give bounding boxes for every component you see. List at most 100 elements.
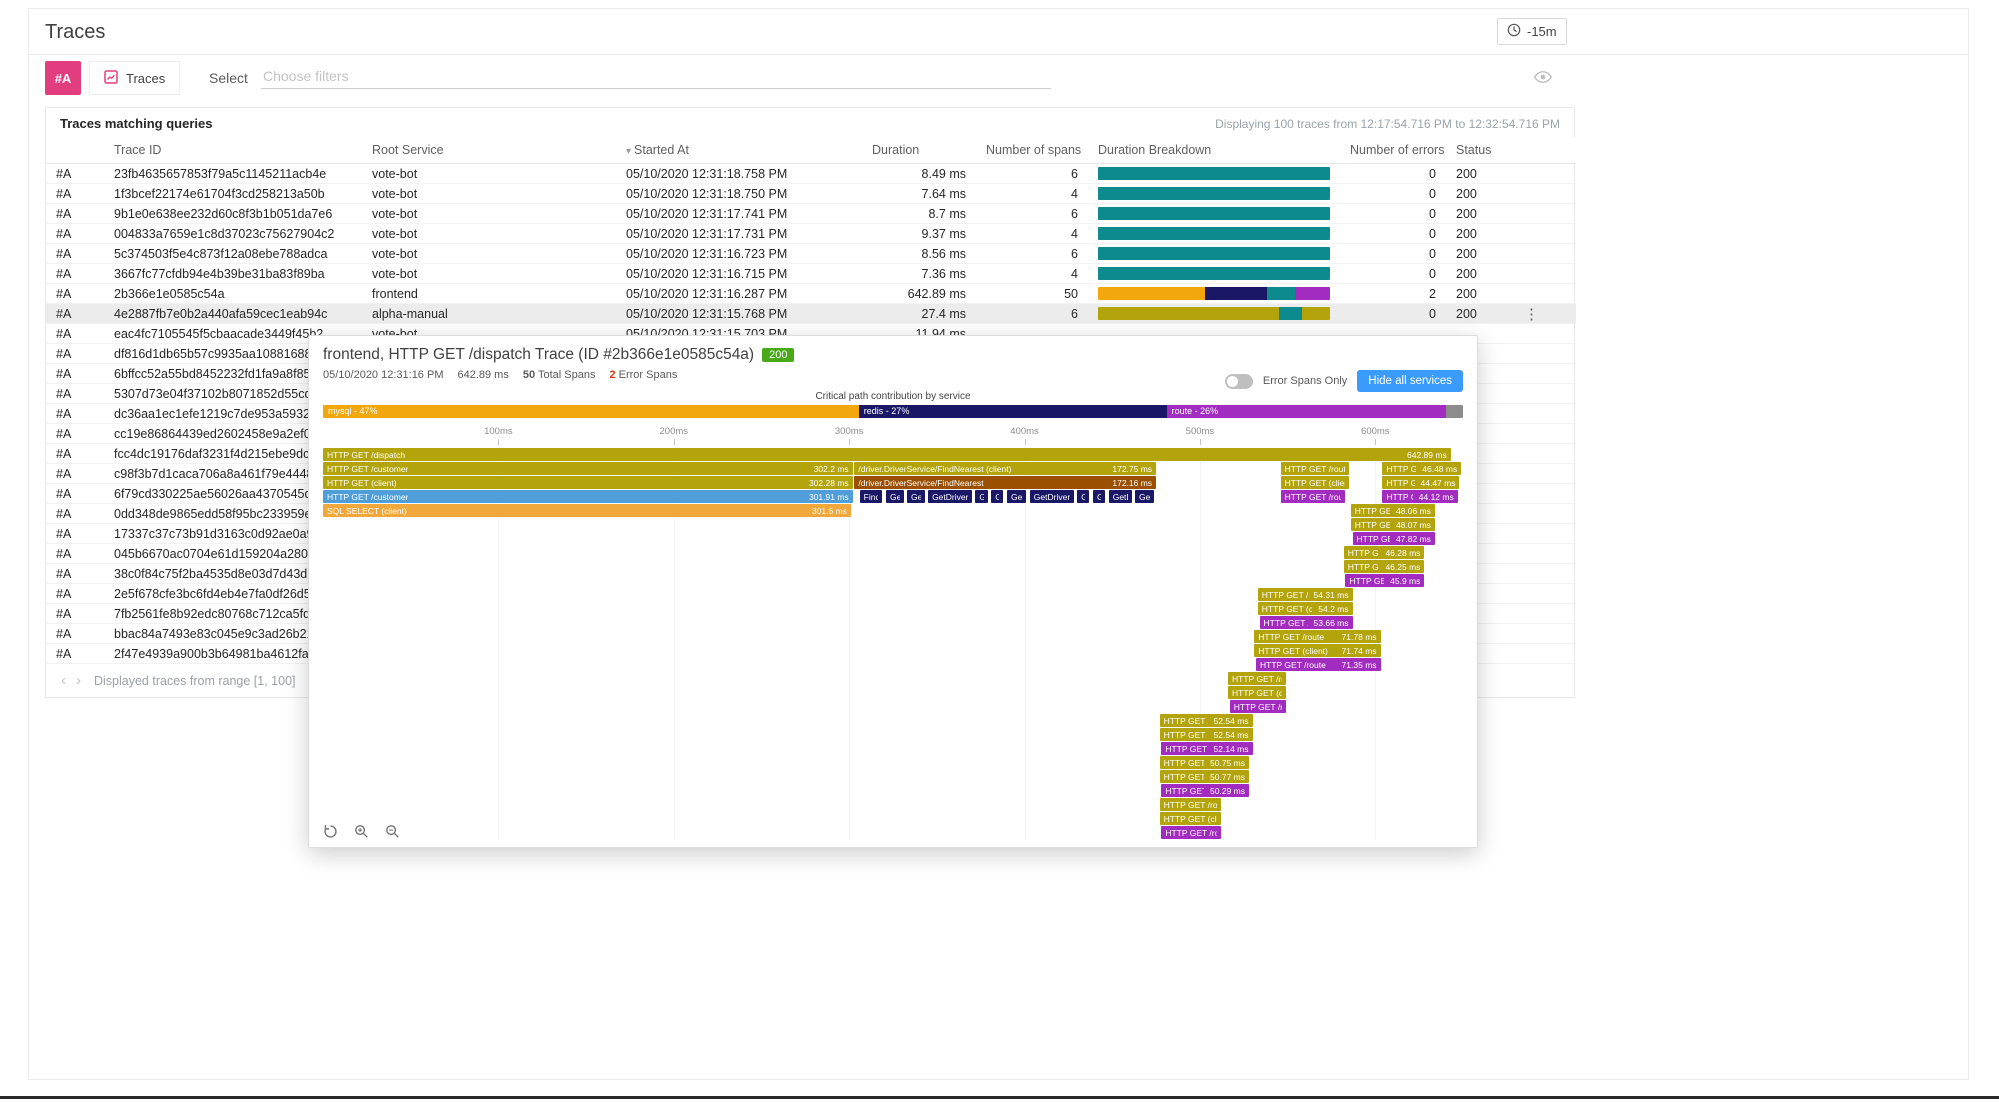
time-range-selector[interactable]: -15m xyxy=(1497,18,1567,45)
error-spans-toggle[interactable] xyxy=(1225,374,1253,389)
filter-input[interactable] xyxy=(261,64,1051,89)
gantt-span[interactable]: HTTP GET /dispatch642.89 ms xyxy=(323,448,1451,461)
zoom-out-icon[interactable] xyxy=(385,824,400,839)
gantt-span[interactable]: HTTP GET /route46.28 ms xyxy=(1344,546,1425,559)
column-header-spans[interactable]: Number of spans xyxy=(976,137,1088,164)
column-header-status[interactable]: Status xyxy=(1446,137,1510,164)
gantt-span[interactable]: HTTP GET (client)44.47 ms xyxy=(1382,476,1459,489)
sort-icon[interactable]: ▾ xyxy=(626,146,631,157)
trace-row[interactable]: #A004833a7659e1c8d37023c75627904c2vote-b… xyxy=(46,224,1576,244)
gantt-span[interactable]: HTTP GET (client)48.07 ms xyxy=(1351,518,1435,531)
gantt-span[interactable]: GetD... xyxy=(1135,490,1154,503)
gantt-span[interactable]: HTTP GET /route50.75 ms xyxy=(1160,756,1249,769)
reset-zoom-icon[interactable] xyxy=(323,824,338,839)
gantt-span[interactable]: HTTP GET (client) xyxy=(1160,812,1221,825)
cell-actions xyxy=(1510,644,1576,664)
span-label: Get... xyxy=(890,492,900,502)
axis-tick-label: 300ms xyxy=(835,426,864,437)
span-label: G... xyxy=(979,492,983,502)
zoom-in-icon[interactable] xyxy=(354,824,369,839)
gantt-span[interactable]: HTTP GET /route xyxy=(1281,462,1349,475)
span-label: HTTP GET /route xyxy=(1165,828,1217,838)
gantt-span[interactable]: HTTP GET /route71.78 ms xyxy=(1254,630,1380,643)
gantt-span[interactable]: HTTP GET (client)302.28 ms xyxy=(323,476,853,489)
gantt-span[interactable]: HTTP GET /route48.06 ms xyxy=(1351,504,1435,517)
gantt-span[interactable]: HTTP GET (client)46.25 ms xyxy=(1344,560,1425,573)
gantt-span[interactable]: HTTP GET /route53.66 ms xyxy=(1260,616,1353,629)
gantt-span[interactable]: G... xyxy=(991,490,1003,503)
gantt-span[interactable]: HTTP GET (client)54.2 ms xyxy=(1258,602,1353,615)
column-header-actions[interactable] xyxy=(1510,137,1576,164)
gantt-span[interactable]: Get... xyxy=(1007,490,1026,503)
gantt-span[interactable]: HTTP GET /route50.29 ms xyxy=(1161,784,1249,797)
gantt-span[interactable]: HTTP GET /route71.35 ms xyxy=(1256,658,1381,671)
gantt-span[interactable]: HTTP GET /route xyxy=(1160,798,1221,811)
gantt-span[interactable]: HTTP GET /route xyxy=(1161,826,1221,839)
trace-row[interactable]: #A9b1e0e638ee232d60c8f3b1b051da7e6vote-b… xyxy=(46,204,1576,224)
column-header-root-service[interactable]: Root Service xyxy=(362,137,616,164)
gantt-span[interactable]: HTTP GET /route45.9 ms xyxy=(1345,574,1424,587)
gantt-span[interactable]: HTTP GET /route44.12 ms xyxy=(1382,490,1457,503)
trace-row[interactable]: #A1f3bcef22174e61704f3cd258213a50bvote-b… xyxy=(46,184,1576,204)
gantt-span[interactable]: HTTP GET /route47.82 ms xyxy=(1353,532,1435,545)
row-actions-icon[interactable]: ⋮ xyxy=(1520,306,1543,323)
span-duration: 46.28 ms xyxy=(1385,548,1420,558)
gantt-span[interactable]: Find... xyxy=(860,490,883,503)
gantt-span[interactable]: HTTP GET /route xyxy=(1281,490,1346,503)
cell-tag: #A xyxy=(46,584,104,604)
breakdown-segment xyxy=(1098,187,1330,200)
query-badge[interactable]: #A xyxy=(45,61,81,95)
cell-breakdown xyxy=(1088,304,1340,324)
trace-row[interactable]: #A2b366e1e0585c54afrontend05/10/2020 12:… xyxy=(46,284,1576,304)
gantt-span[interactable]: HTTP GET /route52.54 ms xyxy=(1160,714,1253,727)
gantt-span[interactable]: GetDriver (client) xyxy=(928,490,972,503)
gantt-span[interactable]: HTTP GET (client)71.74 ms xyxy=(1254,644,1380,657)
gantt-span[interactable]: G... xyxy=(1093,490,1105,503)
column-header-duration[interactable]: Duration xyxy=(862,137,976,164)
prev-page-button[interactable]: ‹ xyxy=(58,672,69,689)
cell-tag: #A xyxy=(46,544,104,564)
gantt-span[interactable]: GetDriver (client) xyxy=(1030,490,1074,503)
gantt-row: HTTP GET (client)50.77 ms xyxy=(323,770,1463,784)
trace-row[interactable]: #A5c374503f5e4c873f12a08ebe788adcavote-b… xyxy=(46,244,1576,264)
trace-row[interactable]: #A23fb4635657853f79a5c1145211acb4evote-b… xyxy=(46,164,1576,184)
gantt-span[interactable]: HTTP GET /route54.31 ms xyxy=(1258,588,1353,601)
span-label: HTTP GET /route xyxy=(1357,534,1390,544)
gantt-span[interactable]: G... xyxy=(1077,490,1089,503)
gantt-span[interactable]: HTTP GET (client) xyxy=(1281,476,1349,489)
gantt-span[interactable]: HTTP GET (client)50.77 ms xyxy=(1160,770,1249,783)
gantt-span[interactable]: SQL SELECT (client)301.6 ms xyxy=(323,504,851,517)
gantt-span[interactable]: /driver.DriverService/FindNearest (clien… xyxy=(854,462,1156,475)
gantt-span[interactable]: Get... xyxy=(907,490,925,503)
column-header-breakdown[interactable]: Duration Breakdown xyxy=(1088,137,1340,164)
gantt-span[interactable]: /driver.DriverService/FindNearest172.16 … xyxy=(854,476,1156,489)
column-header-tag[interactable] xyxy=(46,137,104,164)
cell-errors: 0 xyxy=(1340,184,1446,204)
gantt-span[interactable]: HTTP GET /route xyxy=(1228,672,1286,685)
gantt-span[interactable]: HTTP GET (client)52.54 ms xyxy=(1160,728,1253,741)
eye-icon[interactable] xyxy=(1534,70,1552,88)
gantt-span[interactable]: HTTP GET /route52.14 ms xyxy=(1161,742,1252,755)
gantt-row: HTTP GET (client)302.28 ms/driver.Driver… xyxy=(323,476,1463,490)
gantt-span[interactable]: HTTP GET /customer302.2 ms xyxy=(323,462,853,475)
gantt-span[interactable]: HTTP GET /route xyxy=(1230,700,1286,713)
cell-status: 200 xyxy=(1446,224,1510,244)
gantt-span[interactable]: GetDri... xyxy=(1109,490,1132,503)
column-header-started-at[interactable]: ▾Started At xyxy=(616,137,862,164)
column-header-errors[interactable]: Number of errors xyxy=(1340,137,1446,164)
hide-all-services-button[interactable]: Hide all services xyxy=(1357,370,1463,392)
next-page-button[interactable]: › xyxy=(73,672,84,689)
gantt-span[interactable]: HTTP GET (client) xyxy=(1228,686,1286,699)
gantt-span[interactable]: Get... xyxy=(886,490,904,503)
gantt-span[interactable]: HTTP GET /route46.48 ms xyxy=(1382,462,1461,475)
trace-row[interactable]: #A3667fc77cfdb94e4b39be31ba83f89bavote-b… xyxy=(46,264,1576,284)
span-label: HTTP GET (client) xyxy=(1164,730,1208,740)
tab-traces[interactable]: Traces xyxy=(89,61,180,95)
span-label: HTTP GET /route xyxy=(1164,716,1208,726)
span-label: GetDriver (client) xyxy=(1034,492,1070,502)
modal-title-row: frontend, HTTP GET /dispatch Trace (ID #… xyxy=(323,346,1463,364)
gantt-span[interactable]: G... xyxy=(975,490,987,503)
column-header-trace-id[interactable]: Trace ID xyxy=(104,137,362,164)
trace-row[interactable]: #A4e2887fb7e0b2a440afa59cec1eab94calpha-… xyxy=(46,304,1576,324)
gantt-span[interactable]: HTTP GET /customer301.91 ms xyxy=(323,490,853,503)
